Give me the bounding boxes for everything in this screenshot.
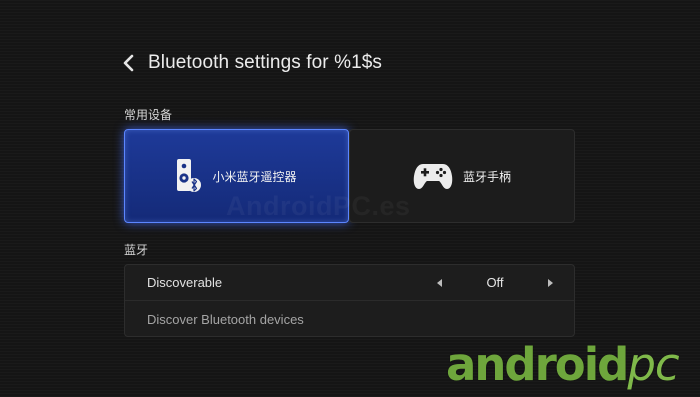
page-title: Bluetooth settings for %1$s <box>148 52 383 73</box>
discoverable-row[interactable]: Discoverable Off <box>125 265 574 301</box>
logo-suffix: pc <box>627 338 679 391</box>
discoverable-value: Off <box>486 275 504 290</box>
discover-devices-label: Discover Bluetooth devices <box>147 311 304 327</box>
arrow-left-icon[interactable] <box>433 276 447 290</box>
logo-text: android <box>446 338 629 391</box>
gamepad-icon <box>413 161 453 191</box>
device-card-label: 小米蓝牙遥控器 <box>212 169 297 184</box>
bluetooth-settings-screen: { "header": { "title": "Bluetooth settin… <box>0 0 700 397</box>
device-card-bluetooth-remote[interactable]: 小米蓝牙遥控器 <box>124 129 349 223</box>
section-label-common-devices: 常用设备 <box>124 108 173 122</box>
discover-devices-row[interactable]: Discover Bluetooth devices <box>125 301 574 336</box>
androidpc-logo: androidpc <box>446 342 680 387</box>
device-card-gamepad[interactable]: 蓝牙手柄 <box>349 129 575 223</box>
bluetooth-remote-icon <box>176 158 202 194</box>
discoverable-label: Discoverable <box>147 275 223 290</box>
chevron-left-icon[interactable] <box>118 52 140 74</box>
device-card-label: 蓝牙手柄 <box>462 169 511 184</box>
back-header[interactable]: Bluetooth settings for %1$s <box>118 48 382 78</box>
section-label-bluetooth: 蓝牙 <box>124 243 149 257</box>
arrow-right-icon[interactable] <box>543 276 557 290</box>
bluetooth-options-list: Discoverable Off Discover Bluetooth devi… <box>124 264 575 337</box>
